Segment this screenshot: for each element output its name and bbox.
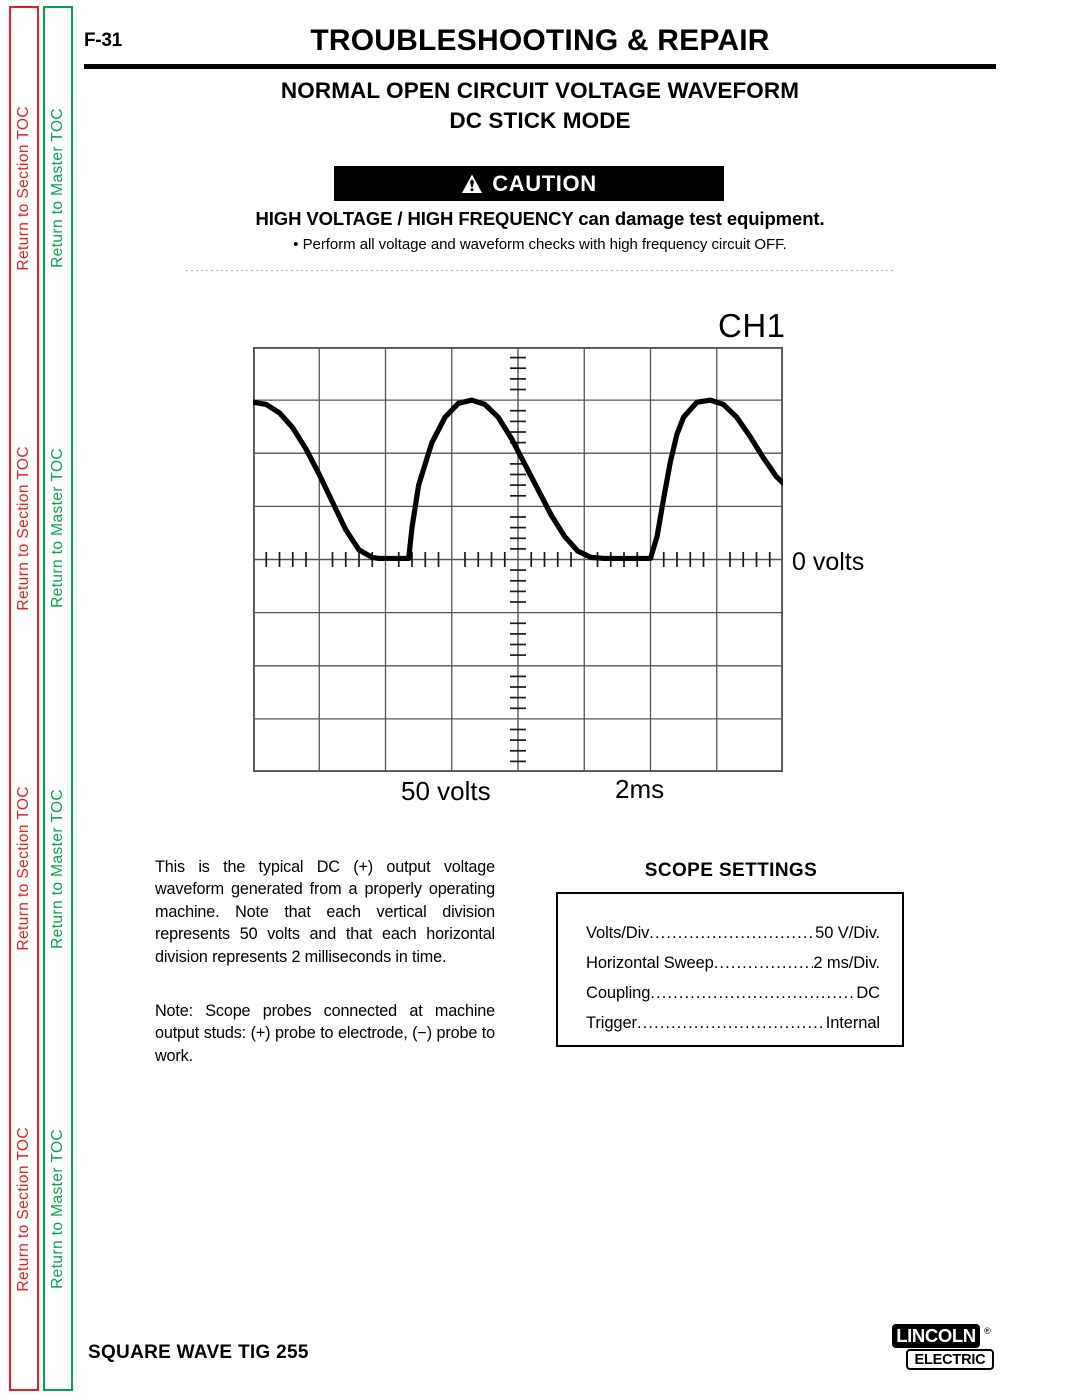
sidebar-item-label: Return to Section TOC xyxy=(15,105,32,271)
setting-value: 50 V/Div. xyxy=(815,924,880,942)
caution-label: CAUTION xyxy=(492,170,597,196)
setting-row: Horizontal Sweep .......................… xyxy=(586,948,880,978)
sidebar-item-label: Return to Master TOC xyxy=(49,1128,66,1289)
caution-banner: CAUTION xyxy=(334,166,724,201)
oscilloscope-waveform-graph xyxy=(253,347,783,772)
sidebar-item-label: Return to Section TOC xyxy=(15,446,32,611)
setting-leader-dots: ........................................… xyxy=(713,954,814,972)
subtitle-line-1: NORMAL OPEN CIRCUIT VOLTAGE WAVEFORM xyxy=(280,78,800,103)
sidebar-item-label: Return to Master TOC xyxy=(49,108,66,269)
description-paragraph: This is the typical DC (+) output voltag… xyxy=(155,858,495,966)
setting-row: Volts/Div ..............................… xyxy=(586,918,880,948)
page-subtitle: NORMAL OPEN CIRCUIT VOLTAGE WAVEFORM DC … xyxy=(84,76,996,136)
sidebar-item-label: Return to Master TOC xyxy=(49,448,66,609)
setting-value: 2 ms/Div. xyxy=(813,954,880,972)
sidebar-return-to-master-toc[interactable]: Return to Master TOC Return to Master TO… xyxy=(43,6,73,1391)
sidebar-item-label: Return to Master TOC xyxy=(49,788,66,949)
footer-model-name: SQUARE WAVE TIG 255 xyxy=(88,1342,309,1363)
logo-electric-text: ELECTRIC xyxy=(906,1349,994,1370)
page-number: F-31 xyxy=(84,30,122,51)
sidebar-item-label: Return to Section TOC xyxy=(15,1126,32,1292)
warning-triangle-icon xyxy=(462,174,483,193)
setting-leader-dots: ........................................… xyxy=(636,1014,826,1032)
caution-bullet: • Perform all voltage and waveform check… xyxy=(293,236,787,253)
title-divider xyxy=(84,64,996,69)
scope-time-per-division-label: 2ms xyxy=(615,774,665,804)
setting-row: Coupling ...............................… xyxy=(586,978,880,1008)
setting-leader-dots: ........................................… xyxy=(650,984,856,1002)
setting-label: Volts/Div xyxy=(586,924,650,942)
scope-settings-title: SCOPE SETTINGS xyxy=(644,860,818,881)
caution-headline: HIGH VOLTAGE / HIGH FREQUENCY can damage… xyxy=(255,208,825,229)
scope-channel-label: CH1 xyxy=(718,307,786,344)
sidebar-item-label: Return to Section TOC xyxy=(15,786,32,951)
setting-label: Coupling xyxy=(586,984,651,1002)
scope-settings-box: Volts/Div ..............................… xyxy=(556,892,904,1047)
note-paragraph: Note: Scope probes connected at machine … xyxy=(155,1002,495,1065)
setting-label: Horizontal Sweep xyxy=(586,954,714,972)
logo-lincoln-text: LINCOLN xyxy=(892,1324,980,1348)
setting-row: Trigger ................................… xyxy=(586,1008,880,1038)
page-title: TROUBLESHOOTING & REPAIR xyxy=(310,24,770,57)
scope-zero-volts-label: 0 volts xyxy=(792,548,865,576)
document-page: Return to Section TOC Return to Section … xyxy=(0,0,1080,1397)
setting-leader-dots: ........................................… xyxy=(649,924,815,942)
lincoln-electric-logo: LINCOLN ® ELECTRIC xyxy=(892,1324,1000,1376)
setting-value: Internal xyxy=(825,1014,880,1032)
setting-value: DC xyxy=(856,984,880,1002)
section-divider xyxy=(186,270,896,271)
setting-label: Trigger xyxy=(586,1014,637,1032)
sidebar-return-to-section-toc[interactable]: Return to Section TOC Return to Section … xyxy=(9,6,39,1391)
scope-volts-per-division-label: 50 volts xyxy=(401,776,491,806)
subtitle-line-2: DC STICK MODE xyxy=(449,108,631,133)
registered-trademark-icon: ® xyxy=(984,1326,991,1336)
